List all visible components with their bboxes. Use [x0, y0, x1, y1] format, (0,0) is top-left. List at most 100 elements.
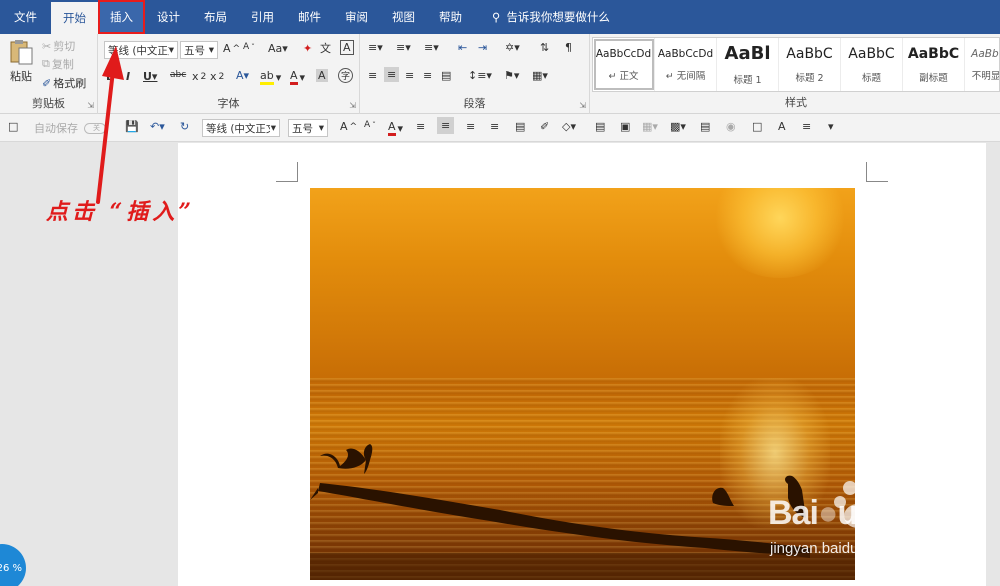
qat-font-size-select[interactable]: 五号 ▾	[288, 119, 328, 137]
style-subtitle[interactable]: AaBbC 副标题	[903, 38, 965, 91]
red-arrow-annotation	[96, 46, 124, 204]
style-heading-2[interactable]: AaBbC 标题 2	[779, 38, 841, 91]
qat-font-size-value: 五号	[292, 122, 313, 135]
style-name: 标题	[861, 72, 881, 84]
shrink-font-button[interactable]: Aˇ	[243, 42, 255, 52]
dialog-launcher-icon[interactable]: ⇲	[349, 101, 356, 110]
decrease-indent-icon[interactable]: ⇤	[458, 41, 467, 54]
copy-button[interactable]: ⧉ 复制	[42, 56, 74, 72]
paragraph-group-label: 段落	[463, 97, 486, 110]
styles-group-label: 样式	[785, 96, 807, 109]
chevron-down-icon: ▾	[208, 44, 214, 56]
tab-mailings[interactable]: 邮件	[286, 0, 333, 34]
font-color-icon[interactable]: A ▾	[290, 69, 305, 85]
char-border-icon[interactable]: A	[340, 40, 354, 55]
distributed-icon[interactable]: ▤	[441, 69, 451, 82]
line-spacing-icon[interactable]: ↕≡▾	[468, 69, 492, 82]
ribbon-tab-bar: 文件 开始 插入 设计 布局 引用 邮件 审阅 视图 帮助 ⚲ 告诉我你想要做什…	[0, 0, 1000, 34]
tell-me-text: 告诉我你想要做什么	[506, 10, 610, 24]
font-size-select[interactable]: 五号 ▾	[180, 41, 218, 59]
search-icon: ⚲	[492, 10, 501, 24]
grow-font-button[interactable]: A ^	[340, 120, 357, 133]
ribbon-home: 粘贴 ✂剪切 ⧉复制 ✐格式刷 剪贴板 ⇲ 等线 (中文正文)▾ 五号▾ A^ …	[0, 34, 1000, 114]
view-icon[interactable]: ≡	[802, 120, 811, 133]
tab-file[interactable]: 文件	[0, 0, 51, 34]
align-left-icon[interactable]: ≡	[416, 120, 425, 133]
shrink-font-button[interactable]: Aˇ	[364, 120, 376, 130]
clear-format-icon[interactable]: ✦	[303, 42, 312, 55]
change-case-button[interactable]: Aa▾	[268, 42, 288, 55]
tab-view[interactable]: 视图	[380, 0, 427, 34]
enclose-char-icon[interactable]: 字	[338, 68, 353, 83]
sort-icon[interactable]: ⇅	[540, 41, 549, 54]
grow-font-button[interactable]: A ^	[223, 42, 240, 55]
tab-references[interactable]: 引用	[239, 0, 286, 34]
distributed-icon[interactable]: ▤	[515, 120, 525, 133]
qat-font-name-value: 等线 (中文正文)	[206, 122, 270, 135]
watermark-url: jingyan.baidu.com	[770, 540, 891, 557]
wrap-text-icon[interactable]: ▤	[700, 120, 710, 133]
shape-icon[interactable]: ◇▾	[562, 120, 576, 133]
crop-icon[interactable]: □	[752, 120, 762, 133]
dialog-launcher-icon[interactable]: ⇲	[579, 101, 586, 110]
highlight-color-icon[interactable]: ab ▾	[260, 69, 281, 85]
textbox-icon[interactable]: ▤	[595, 120, 605, 133]
font-size-value: 五号	[184, 44, 205, 57]
align-right-icon[interactable]: ≡	[466, 120, 475, 133]
multilevel-list-icon[interactable]: ≡▾	[424, 41, 439, 54]
style-heading-1[interactable]: AaBl 标题 1	[717, 38, 779, 91]
paste-icon	[10, 40, 33, 65]
style-normal[interactable]: AaBbCcDd ↵ 正文	[593, 38, 655, 91]
align-center-icon[interactable]: ≡	[437, 117, 455, 134]
char-shading-icon[interactable]: A	[316, 69, 328, 82]
justify-icon[interactable]: ≡	[490, 120, 499, 133]
chinese-layout-icon[interactable]: ✡▾	[505, 41, 520, 54]
align-left-icon[interactable]: ≡	[368, 69, 377, 82]
strikethrough-button[interactable]: abc	[170, 70, 186, 80]
format-painter-icon[interactable]: ✐	[540, 120, 549, 133]
show-marks-icon[interactable]: ¶	[565, 41, 572, 54]
qat-font-name-select[interactable]: 等线 (中文正文)▾	[202, 119, 280, 137]
align-center-icon[interactable]: ≡	[384, 67, 400, 82]
subscript-button[interactable]: x2	[192, 70, 206, 83]
tab-insert[interactable]: 插入	[98, 0, 145, 34]
style-no-spacing[interactable]: AaBbCcDd ↵ 无间隔	[655, 38, 717, 91]
shading-icon[interactable]: ⚑▾	[504, 69, 519, 82]
numbering-icon[interactable]: ≡▾	[396, 41, 411, 54]
underline-button[interactable]: U▾	[143, 70, 157, 83]
arrange-icon[interactable]: ▦▾	[642, 120, 658, 133]
paste-button[interactable]: 粘贴	[8, 38, 34, 84]
font-color-icon[interactable]: A ▾	[388, 120, 403, 136]
tab-home[interactable]: 开始	[51, 2, 98, 34]
tab-layout[interactable]: 布局	[192, 0, 239, 34]
watermark-cn-text: 经验	[910, 508, 958, 536]
bullets-icon[interactable]: ≡▾	[368, 41, 383, 54]
style-name: 副标题	[919, 72, 948, 84]
cut-button[interactable]: ✂ 剪切	[42, 38, 75, 54]
tab-help[interactable]: 帮助	[427, 0, 474, 34]
borders-icon[interactable]: ▦▾	[532, 69, 548, 82]
justify-icon[interactable]: ≡	[423, 69, 432, 82]
tab-design[interactable]: 设计	[145, 0, 192, 34]
picture-icon[interactable]: ▣	[620, 120, 630, 133]
style-title[interactable]: AaBbC 标题	[841, 38, 903, 91]
style-sample: AaBl	[724, 43, 771, 64]
superscript-button[interactable]: x2	[210, 70, 224, 83]
annotation-text: 点击 “插入”	[46, 199, 195, 225]
redo-icon[interactable]: ↻	[180, 120, 189, 133]
tell-me-box[interactable]: ⚲ 告诉我你想要做什么	[474, 0, 610, 34]
new-doc-icon[interactable]: □	[8, 120, 18, 133]
customize-qat-icon[interactable]: ▾	[828, 120, 834, 133]
style-name: 不明显强调	[971, 70, 1000, 82]
text-effects-icon[interactable]: A▾	[236, 69, 249, 82]
group-icon[interactable]: ◉	[726, 120, 736, 133]
position-icon[interactable]: ▩▾	[670, 120, 686, 133]
tab-review[interactable]: 审阅	[333, 0, 380, 34]
phonetic-guide-icon[interactable]: 文	[320, 40, 331, 56]
undo-icon[interactable]: ↶▾	[150, 120, 165, 133]
align-right-icon[interactable]: ≡	[405, 69, 414, 82]
font-icon[interactable]: A	[778, 120, 786, 133]
style-subtle-emphasis[interactable]: AaBbCcD 不明显强调	[965, 38, 1000, 91]
increase-indent-icon[interactable]: ⇥	[478, 41, 487, 54]
paste-label: 粘贴	[10, 70, 32, 83]
